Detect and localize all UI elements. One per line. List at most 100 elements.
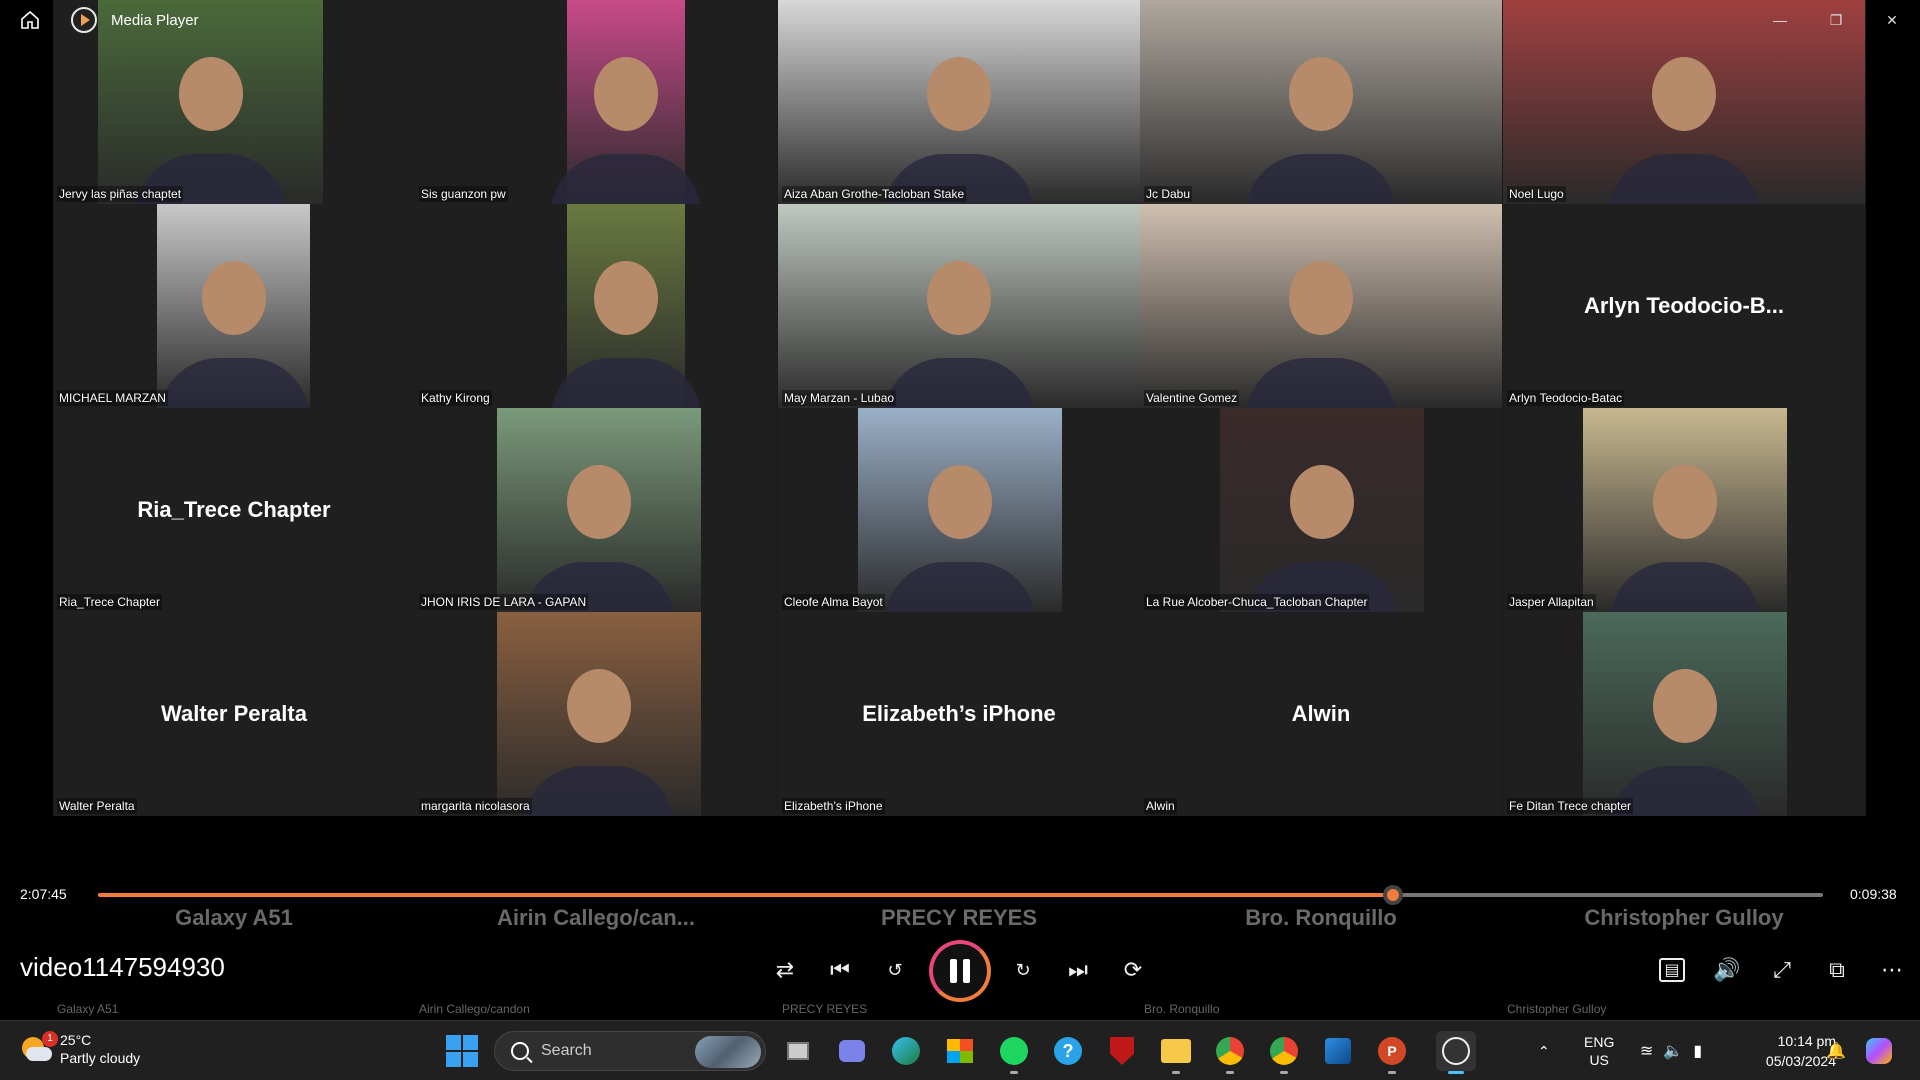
participant-name-label: Jc Dabu [1144,186,1193,202]
taskbar-chrome-1[interactable] [1210,1031,1250,1074]
next-row-name-label: Bro. Ronquillo [1144,1002,1220,1016]
next-row-display-name: Galaxy A51 [175,905,293,930]
close-icon: ✕ [1886,11,1898,28]
participant-video [1583,408,1787,612]
next-icon: ⏭ [1068,957,1088,982]
taskbar-store[interactable] [940,1031,980,1071]
repeat-button[interactable]: ⟳ [1111,948,1155,992]
next-row-name-label: Airin Callego/candon [419,1002,530,1016]
next-row-display-name: PRECY REYES [880,905,1038,930]
taskbar-mcafee[interactable] [1102,1031,1142,1071]
taskbar-powerpoint[interactable]: P [1372,1031,1412,1074]
next-row-display-name: Bro. Ronquillo [1245,905,1397,930]
taskbar-search[interactable]: Search [494,1031,766,1071]
more-icon: ⋯ [1881,957,1903,982]
seek-bar-fill [98,893,1394,897]
next-row-display-name: Christopher Gulloy [1584,905,1784,930]
participant-tile: Jasper Allapitan [1503,408,1865,612]
rewind-10-button[interactable]: ↺ [873,948,917,992]
notifications-button[interactable]: 🔔 [1826,1021,1846,1080]
pause-button[interactable] [929,940,991,1002]
input-indicator[interactable]: ENG US [1584,1021,1614,1080]
participant-name-label: Ria_Trece Chapter [57,594,162,610]
window-title: Media Player [111,11,199,29]
home-button[interactable] [15,5,45,35]
shuffle-icon: ⇄ [775,957,795,982]
fullscreen-icon: ⤢ [1773,957,1791,982]
taskbar: 1 25°C Partly cloudy Search ? P ⌃ ENG US… [0,1020,1920,1080]
participant-display-name: Arlyn Teodocio-B... [1583,293,1785,318]
participant-display-name: Elizabeth’s iPhone [862,701,1056,726]
captions-button[interactable]: ▤ [1650,948,1694,992]
participant-name-label: Arlyn Teodocio-Batac [1507,390,1625,406]
participant-name-label: Fe Ditan Trece chapter [1507,798,1634,814]
participant-silhouette [928,465,992,540]
participant-tile: Cleofe Alma Bayot [778,408,1140,612]
more-button[interactable]: ⋯ [1870,948,1914,992]
rewind-10-icon: ↺ [887,959,903,980]
help-icon: ? [1054,1037,1082,1065]
participant-silhouette [594,57,658,132]
weather-temp: 25°C [60,1032,92,1048]
miniplayer-button[interactable]: ⧉ [1815,948,1859,992]
next-row-name-label: Christopher Gulloy [1507,1002,1607,1016]
participant-tile: Fe Ditan Trece chapter [1503,612,1865,816]
taskbar-task-view[interactable] [778,1031,818,1071]
participant-silhouette [1652,57,1716,132]
participant-silhouette [927,57,991,132]
participant-name-label: Cleofe Alma Bayot [782,594,885,610]
weather-desc: Partly cloudy [60,1050,141,1066]
participant-name-label: Jervy las piñas chaptet [57,186,184,202]
quick-settings[interactable]: ≊ 🔈 ▮ [1640,1021,1702,1080]
partly-cloudy-icon: 1 [20,1031,58,1065]
bell-icon: 🔔 [1826,1043,1846,1060]
seek-bar-thumb[interactable] [1383,885,1404,905]
previous-button[interactable]: ⏮ [818,948,862,992]
mcafee-shield-icon [1110,1037,1134,1065]
volume-button[interactable]: 🔊 [1705,948,1749,992]
participant-video [497,612,701,816]
weather-widget[interactable]: 1 25°C Partly cloudy [20,1031,140,1067]
seek-bar[interactable] [98,885,1823,905]
show-hidden-icons[interactable]: ⌃ [1538,1021,1550,1080]
teams-chat-icon [839,1040,865,1062]
remaining-time: 0:09:38 [1850,886,1897,902]
minimize-button[interactable]: — [1752,0,1808,40]
shuffle-button[interactable]: ⇄ [763,948,807,992]
taskbar-file-explorer[interactable] [1156,1031,1196,1074]
participant-tile: Alwin Alwin [1140,612,1502,816]
participant-shoulders [1246,358,1396,408]
volume-icon: 🔊 [1713,957,1741,982]
taskbar-chrome-2[interactable] [1264,1031,1304,1074]
taskbar-teams[interactable] [832,1031,872,1071]
participant-shoulders [1246,154,1396,204]
search-icon [511,1042,529,1060]
taskbar-spotify[interactable] [994,1031,1034,1074]
forward-30-button[interactable]: ↻ [1001,948,1045,992]
participant-tile: May Marzan - Lubao [778,204,1140,408]
copilot-button[interactable] [1866,1021,1892,1080]
next-button[interactable]: ⏭ [1056,948,1100,992]
participant-video [1220,408,1424,612]
participant-tile: Kathy Kirong [415,204,777,408]
start-button[interactable] [446,1035,478,1067]
taskbar-snipping-tool[interactable] [1318,1031,1358,1071]
search-placeholder: Search [541,1042,592,1059]
video-gallery: Jervy las piñas chaptet Sis guanzon pw Aiz… [53,0,1866,816]
restore-button[interactable]: ❐ [1808,0,1864,40]
taskbar-edge[interactable] [886,1031,926,1071]
participant-shoulders [885,562,1035,612]
participant-silhouette [1653,465,1717,540]
taskbar-media-player[interactable] [1436,1031,1476,1074]
participant-shoulders [158,358,309,408]
participant-name-label: margarita nicolasora [419,798,532,814]
participant-silhouette [567,669,631,744]
participant-video [551,204,701,408]
folder-icon [1161,1039,1191,1063]
minimize-icon: — [1773,12,1787,28]
previous-icon: ⏮ [830,957,850,982]
fullscreen-button[interactable]: ⤢ [1760,948,1804,992]
close-button[interactable]: ✕ [1864,0,1920,40]
taskbar-help[interactable]: ? [1048,1031,1088,1071]
title-bar: Media Player — ❐ ✕ [0,0,1920,40]
